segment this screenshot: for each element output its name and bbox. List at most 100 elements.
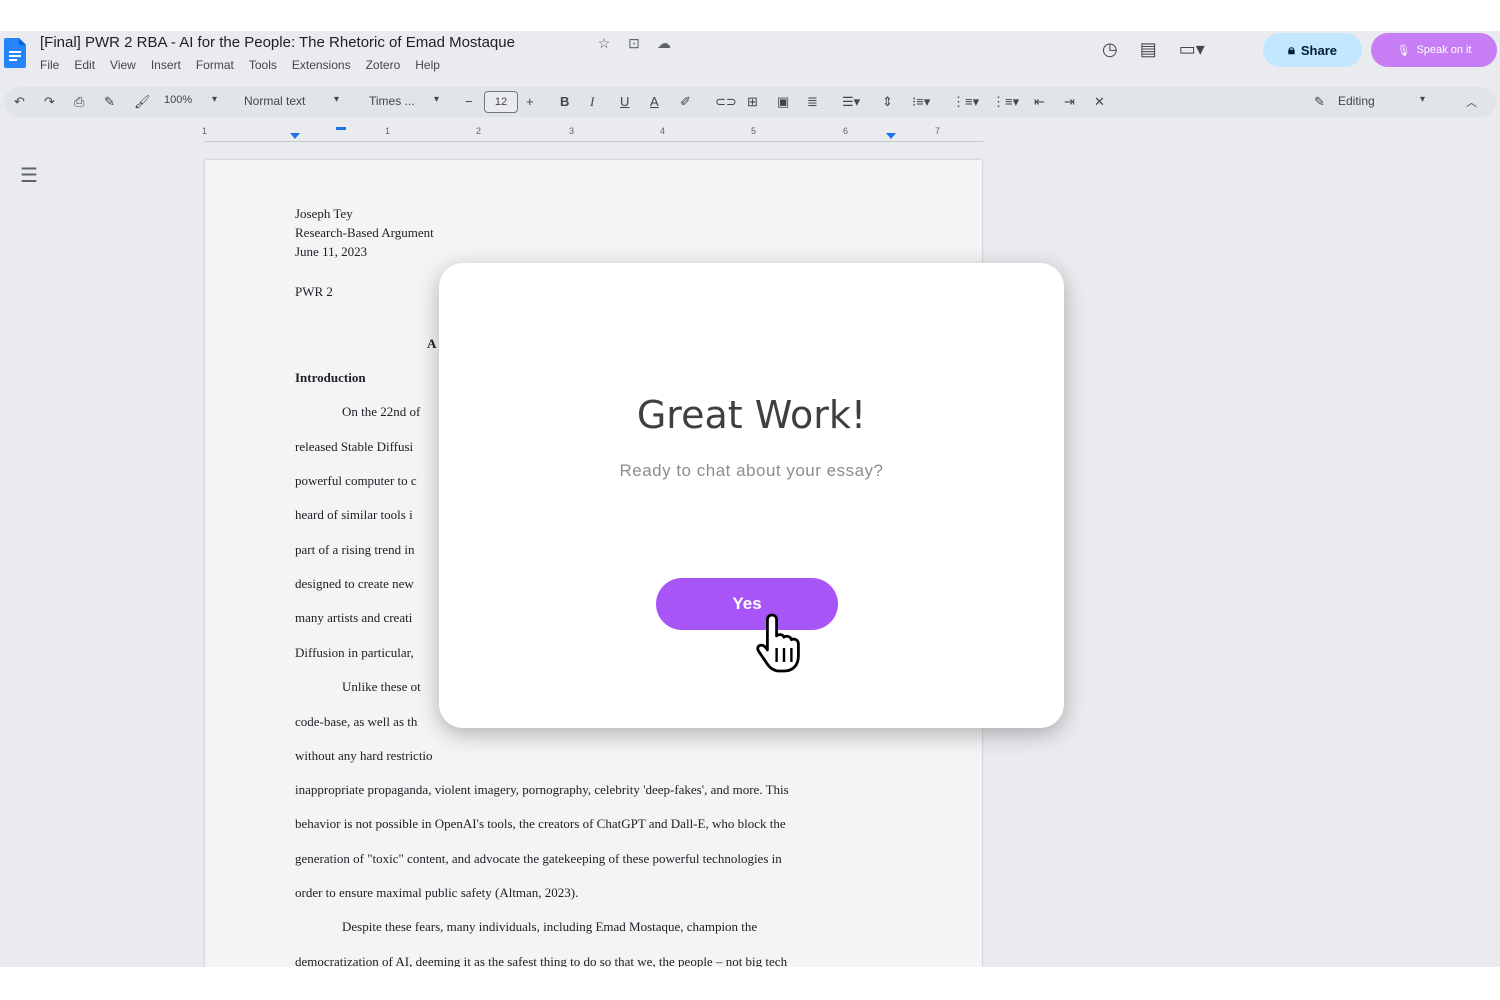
font-size-input[interactable]: 12 bbox=[484, 91, 518, 113]
move-folder-icon[interactable]: ⊡ bbox=[624, 35, 644, 52]
class-line: PWR 2 bbox=[295, 284, 333, 299]
body-line: behavior is not possible in OpenAI's too… bbox=[295, 816, 786, 831]
header-line-assignment: Research-Based Argument bbox=[295, 225, 434, 240]
insert-image-icon[interactable]: ▣ bbox=[777, 94, 789, 110]
left-indent-marker[interactable] bbox=[290, 133, 300, 139]
zoom-select[interactable]: 100% bbox=[164, 94, 192, 106]
hand-pointer-cursor-icon bbox=[756, 613, 800, 673]
underline-icon[interactable]: U bbox=[620, 94, 629, 109]
body-line: part of a rising trend in bbox=[295, 542, 415, 557]
menu-tools[interactable]: Tools bbox=[249, 58, 277, 72]
first-line-indent-marker[interactable] bbox=[336, 127, 346, 130]
align-icon[interactable]: ≣ bbox=[807, 94, 818, 110]
section-heading: Introduction bbox=[295, 370, 366, 385]
ruler-number: 2 bbox=[476, 126, 482, 136]
speak-label: Speak on it bbox=[1416, 44, 1472, 56]
yes-button[interactable]: Yes bbox=[656, 578, 838, 630]
body-line: heard of similar tools i bbox=[295, 507, 413, 522]
ruler-number: 7 bbox=[935, 126, 941, 136]
essay-title-fragment: A bbox=[427, 336, 437, 351]
dialog-title: Great Work! bbox=[636, 393, 867, 437]
body-line: without any hard restrictio bbox=[295, 748, 433, 763]
document-title[interactable]: [Final] PWR 2 RBA - AI for the People: T… bbox=[40, 34, 515, 51]
ruler-number: 6 bbox=[843, 126, 849, 136]
cloud-status-icon[interactable]: ☁ bbox=[654, 35, 674, 52]
menu-insert[interactable]: Insert bbox=[151, 58, 181, 72]
microphone-icon: 🎙︎ bbox=[1396, 44, 1411, 57]
body-line: democratization of AI, deeming it as the… bbox=[295, 954, 788, 967]
share-label: Share bbox=[1300, 42, 1338, 58]
chevron-down-icon[interactable]: ▾ bbox=[334, 94, 339, 105]
body-line: order to ensure maximal public safety (A… bbox=[295, 885, 579, 900]
menu-format[interactable]: Format bbox=[196, 58, 234, 72]
menu-extensions[interactable]: Extensions bbox=[292, 58, 351, 72]
text-color-icon[interactable]: A bbox=[650, 94, 659, 109]
highlight-icon[interactable]: ✐ bbox=[680, 94, 691, 110]
body-line: Despite these fears, many individuals, i… bbox=[342, 919, 758, 934]
numbered-list-icon[interactable]: ⋮≡▾ bbox=[952, 94, 979, 110]
speak-button[interactable]: 🎙︎ Speak on it bbox=[1371, 33, 1497, 67]
google-docs-logo-icon[interactable] bbox=[4, 38, 26, 68]
italic-icon[interactable]: I bbox=[590, 94, 594, 110]
body-line: released Stable Diffusi bbox=[295, 439, 414, 454]
spellcheck-icon[interactable]: ✎ bbox=[104, 94, 115, 110]
chevron-down-icon[interactable]: ▾ bbox=[1420, 94, 1425, 105]
checklist-icon[interactable]: ⇕ bbox=[882, 94, 893, 110]
add-comment-icon[interactable]: ⊞ bbox=[747, 94, 758, 110]
right-indent-marker[interactable] bbox=[886, 133, 896, 139]
menu-edit[interactable]: Edit bbox=[74, 58, 95, 72]
undo-icon[interactable]: ↶ bbox=[14, 94, 25, 110]
menu-file[interactable]: File bbox=[40, 58, 59, 72]
line-spacing-icon[interactable]: ☰▾ bbox=[842, 94, 860, 110]
lock-icon: 🔒︎ bbox=[1287, 42, 1295, 57]
link-icon[interactable]: ⊂⊃ bbox=[715, 94, 737, 110]
meet-video-icon[interactable]: ▭▾ bbox=[1179, 39, 1205, 60]
ruler-number: 4 bbox=[660, 126, 666, 136]
font-select[interactable]: Times ... bbox=[369, 94, 415, 108]
body-line: Unlike these ot bbox=[342, 679, 421, 694]
formatting-toolbar: ↶ ↷ ⎙ ✎ 🖌︎ 100% ▾ Normal text ▾ Times ..… bbox=[4, 87, 1496, 117]
top-right-icons: ◷ ▤ ▭▾ bbox=[1102, 39, 1205, 60]
menu-bar: File Edit View Insert Format Tools Exten… bbox=[40, 58, 440, 72]
share-button[interactable]: 🔒︎ Share bbox=[1263, 33, 1362, 67]
editing-pencil-icon: ✎ bbox=[1314, 94, 1325, 109]
body-line: code-base, as well as th bbox=[295, 714, 418, 729]
print-icon[interactable]: ⎙ bbox=[74, 94, 84, 110]
decrease-font-size-icon[interactable]: − bbox=[465, 94, 473, 109]
increase-indent-icon[interactable]: ⇥ bbox=[1064, 94, 1075, 110]
multilevel-list-icon[interactable]: ⋮≡▾ bbox=[992, 94, 1019, 110]
chevron-down-icon[interactable]: ▾ bbox=[434, 94, 439, 105]
completion-dialog: Great Work! Ready to chat about your ess… bbox=[439, 263, 1064, 728]
ruler-number: 5 bbox=[751, 126, 757, 136]
menu-help[interactable]: Help bbox=[415, 58, 440, 72]
menu-view[interactable]: View bbox=[110, 58, 136, 72]
increase-font-size-icon[interactable]: + bbox=[526, 94, 534, 109]
editing-mode-select[interactable]: Editing bbox=[1338, 94, 1375, 108]
redo-icon[interactable]: ↷ bbox=[44, 94, 55, 110]
collapse-menus-icon[interactable]: ︿ bbox=[1466, 94, 1477, 110]
clear-formatting-icon[interactable]: ✕ bbox=[1094, 94, 1105, 110]
ruler-number: 1 bbox=[202, 126, 208, 136]
body-line: inappropriate propaganda, violent imager… bbox=[295, 782, 789, 797]
header-line-date: June 11, 2023 bbox=[295, 244, 368, 259]
bulleted-list-icon[interactable]: ⁝≡▾ bbox=[912, 94, 930, 110]
decrease-indent-icon[interactable]: ⇤ bbox=[1034, 94, 1045, 110]
star-icon[interactable]: ☆ bbox=[594, 35, 614, 52]
ruler-number: 3 bbox=[569, 126, 575, 136]
paint-format-icon[interactable]: 🖌︎ bbox=[134, 94, 151, 110]
comments-icon[interactable]: ▤ bbox=[1140, 39, 1157, 60]
body-line: powerful computer to c bbox=[295, 473, 417, 488]
bold-icon[interactable]: B bbox=[560, 94, 569, 109]
ruler-number: 1 bbox=[385, 126, 391, 136]
horizontal-ruler[interactable]: 1 1 2 3 4 5 6 7 bbox=[202, 125, 983, 142]
body-line: designed to create new bbox=[295, 576, 414, 591]
dialog-subtitle: Ready to chat about your essay? bbox=[619, 461, 884, 480]
header-line-name: Joseph Tey bbox=[295, 206, 353, 221]
title-icons: ☆ ⊡ ☁ bbox=[594, 35, 674, 52]
menu-zotero[interactable]: Zotero bbox=[366, 58, 401, 72]
version-history-icon[interactable]: ◷ bbox=[1102, 39, 1118, 60]
document-outline-icon[interactable]: ☰ bbox=[20, 163, 38, 188]
style-select[interactable]: Normal text bbox=[244, 94, 305, 108]
body-line: many artists and creati bbox=[295, 610, 413, 625]
chevron-down-icon[interactable]: ▾ bbox=[212, 94, 217, 105]
